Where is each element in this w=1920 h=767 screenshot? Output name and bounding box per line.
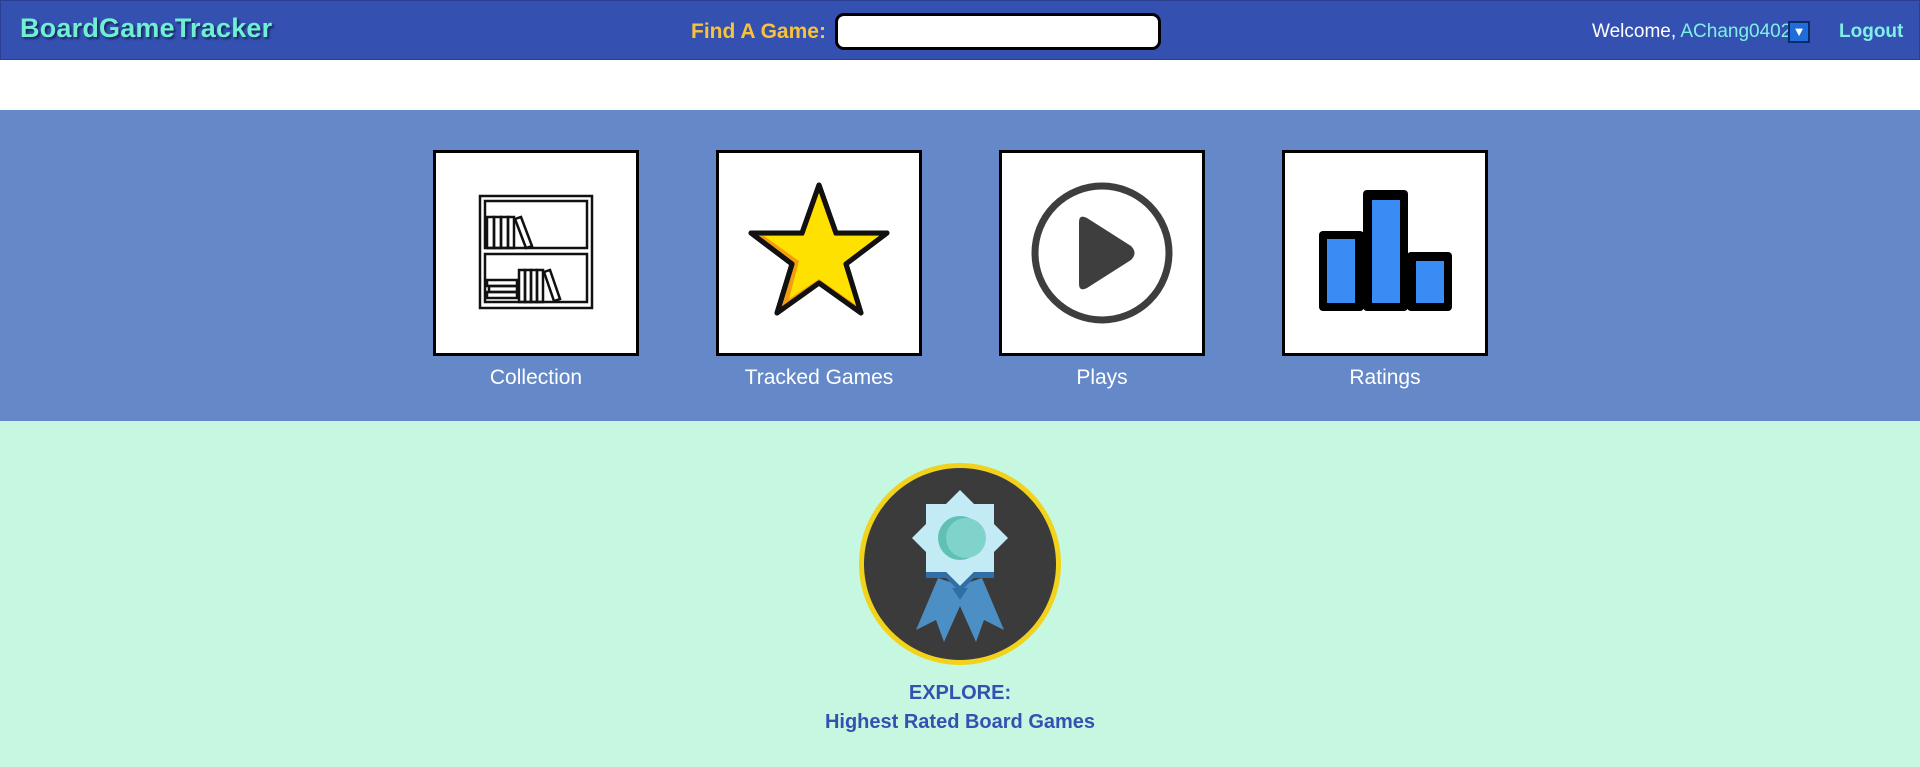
play-icon	[1031, 182, 1173, 324]
welcome-text: Welcome, AChang0402	[1592, 21, 1791, 43]
tile-plays-label: Plays	[1076, 366, 1128, 389]
logout-link[interactable]: Logout	[1839, 21, 1903, 43]
tile-collection-label: Collection	[489, 366, 583, 389]
explore-highest-rated[interactable]: EXPLORE: Highest Rated Board Games	[820, 460, 1100, 734]
brand-logo[interactable]: BoardGameTracker	[20, 13, 272, 44]
bookshelf-icon	[478, 194, 594, 310]
welcome-prefix: Welcome,	[1592, 21, 1681, 42]
tile-tracked-games-label: Tracked Games	[744, 366, 894, 389]
username-link[interactable]: AChang0402	[1680, 21, 1791, 42]
bar-chart-icon	[1319, 190, 1452, 311]
tile-plays-box[interactable]	[999, 150, 1205, 356]
star-icon	[748, 182, 890, 316]
tile-collection[interactable]: Collection	[433, 150, 639, 390]
explore-heading[interactable]: EXPLORE:	[820, 682, 1100, 705]
tile-ratings-box[interactable]	[1282, 150, 1488, 356]
tile-plays[interactable]: Plays	[999, 150, 1205, 390]
tile-tracked-games[interactable]: Tracked Games	[716, 150, 922, 390]
quick-links-band: Collection Tracked Games Plays Ratings	[0, 110, 1920, 421]
award-medal-icon[interactable]	[856, 460, 1064, 668]
find-game-label: Find A Game:	[691, 20, 826, 43]
find-game-input[interactable]	[835, 13, 1161, 50]
tile-ratings-label: Ratings	[1349, 366, 1421, 389]
header-spacer	[0, 60, 1920, 110]
user-menu-dropdown-button[interactable]: ▼	[1788, 21, 1810, 43]
tile-collection-box[interactable]	[433, 150, 639, 356]
top-nav-bar: BoardGameTracker Find A Game: Welcome, A…	[0, 0, 1920, 60]
explore-subheading[interactable]: Highest Rated Board Games	[820, 711, 1100, 734]
tile-ratings[interactable]: Ratings	[1282, 150, 1488, 390]
tile-tracked-games-box[interactable]	[716, 150, 922, 356]
